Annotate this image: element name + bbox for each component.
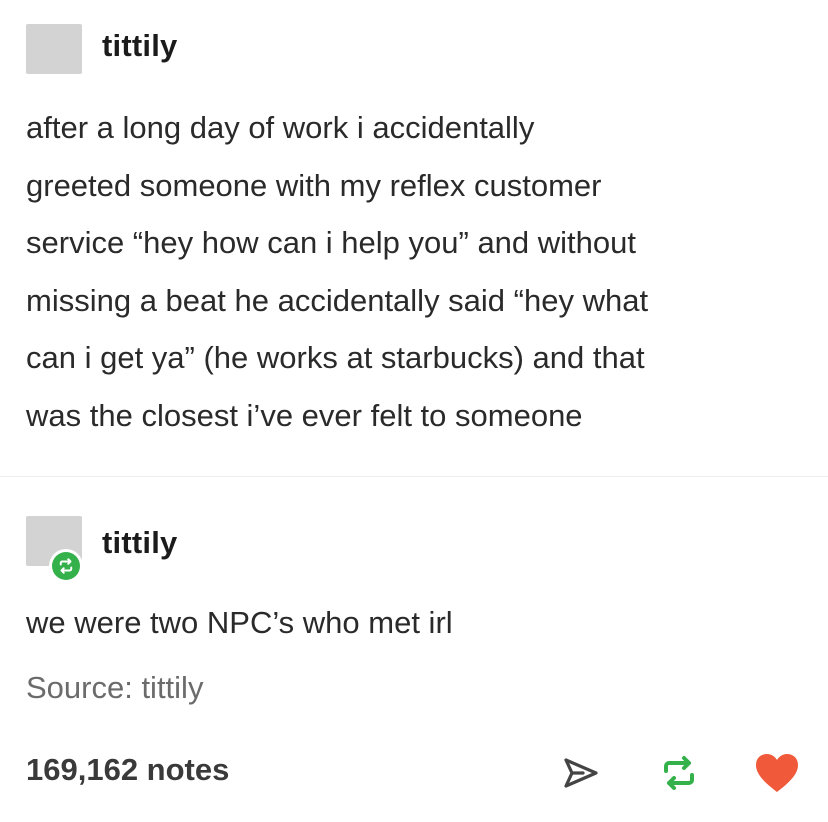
post-text-line: service “hey how can i help you” and wit…: [26, 225, 636, 260]
divider: [0, 476, 828, 477]
avatar[interactable]: [26, 24, 82, 74]
post-text-line: missing a beat he accidentally said “hey…: [26, 282, 649, 318]
heart-icon: [756, 754, 798, 792]
post-text-line: was the closest i’ve ever felt to someon…: [26, 397, 583, 433]
post-text-line: after a long day of work i accidentally: [26, 110, 535, 145]
original-post-text: after a long day of work i accidentally …: [26, 99, 648, 444]
original-post-username[interactable]: tittily: [102, 28, 177, 64]
post-text-line: can i get ya” (he works at starbucks) an…: [26, 340, 645, 375]
share-button[interactable]: [558, 750, 604, 796]
tumblr-post: tittily after a long day of work i accid…: [0, 0, 828, 822]
reblog-username[interactable]: tittily: [102, 525, 177, 561]
reblog-button[interactable]: [656, 750, 702, 796]
like-button[interactable]: [752, 750, 802, 796]
source-link[interactable]: Source: tittily: [26, 670, 203, 706]
post-text-line: greeted someone with my reflex customer: [26, 167, 602, 203]
paper-plane-icon: [564, 758, 598, 788]
reblog-badge: [49, 549, 83, 583]
notes-count[interactable]: 169,162 notes: [26, 752, 229, 788]
reblog-icon: [59, 558, 73, 574]
reblog-text: we were two NPC’s who met irl: [26, 605, 453, 640]
reblog-icon: [664, 756, 694, 790]
